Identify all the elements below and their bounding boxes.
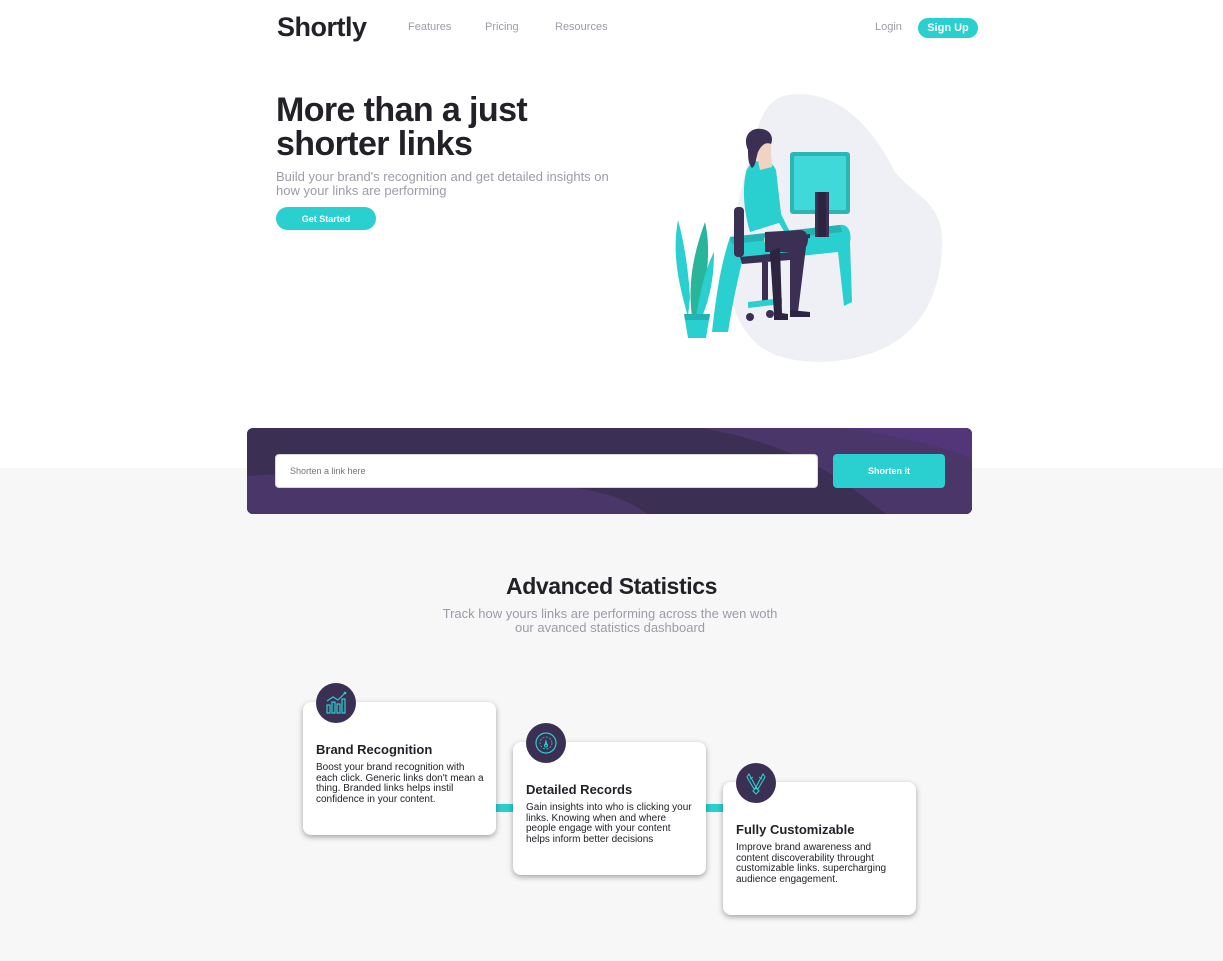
hero-subtitle: Build your brand's recognition and get d… <box>276 169 609 198</box>
feature-card-detailed-records: Detailed Records Gain insights into who … <box>513 723 706 875</box>
feature-card-brand-recognition: Brand Recognition Boost your brand recog… <box>303 683 496 835</box>
card-title: Detailed Records <box>526 782 633 797</box>
nav-link-resources[interactable]: Resources <box>555 21 608 33</box>
nav-link-pricing[interactable]: Pricing <box>485 21 519 33</box>
card-text: Improve brand awareness and content disc… <box>736 842 887 885</box>
signup-button[interactable]: Sign Up <box>918 18 978 38</box>
card-text: Gain insights into who is clicking your … <box>526 802 692 845</box>
card-title: Fully Customizable <box>736 822 855 837</box>
nav-link-features[interactable]: Features <box>408 21 451 33</box>
stats-subtitle: Track how yours links are performing acr… <box>442 606 778 635</box>
shorten-it-button[interactable]: Shorten it <box>833 454 945 488</box>
card-text: Boost your brand recognition with each c… <box>316 762 484 805</box>
brush-icon <box>736 763 776 803</box>
get-started-button[interactable]: Get Started <box>276 207 376 230</box>
feature-card-fully-customizable: Fully Customizable Improve brand awarene… <box>723 763 916 915</box>
stats-section-background <box>0 468 1223 961</box>
working-illustration <box>675 94 943 362</box>
stats-title: Advanced Statistics <box>506 573 717 599</box>
shorten-link-input[interactable] <box>275 454 818 488</box>
shorten-panel: Shorten it <box>247 428 972 514</box>
logo[interactable]: Shortly <box>277 12 367 43</box>
login-link[interactable]: Login <box>875 21 902 33</box>
card-title: Brand Recognition <box>316 742 433 757</box>
gauge-icon <box>526 723 566 763</box>
hero-title: More than a just shorter links <box>276 91 528 163</box>
chart-icon <box>316 683 356 723</box>
